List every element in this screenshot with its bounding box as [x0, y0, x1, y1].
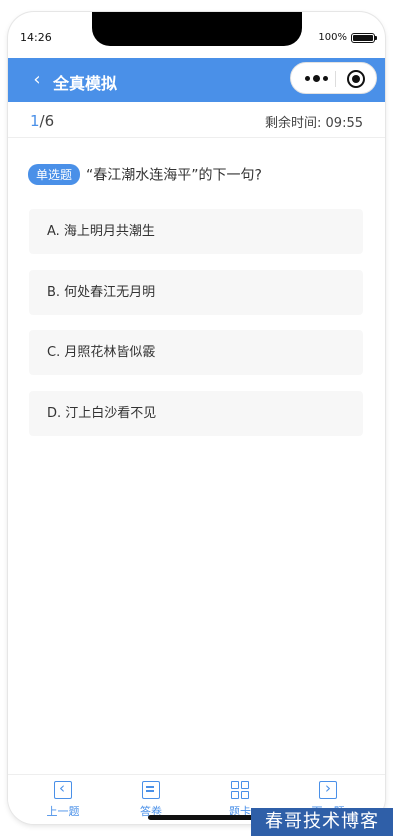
watermark: 春哥技术博客 [251, 808, 393, 836]
option-d[interactable]: D. 汀上白沙看不见 [29, 391, 363, 436]
navbar: ‹ 全真模拟 [8, 58, 385, 102]
miniprogram-capsule [290, 62, 377, 94]
countdown-timer: 剩余时间: 09:55 [265, 112, 363, 131]
question-counter: 1/6 [30, 112, 54, 130]
timer-label: 剩余时间: [265, 116, 322, 131]
battery-icon [351, 33, 377, 43]
option-c[interactable]: C. 月照花林皆似霰 [29, 330, 363, 375]
next-square-icon [319, 779, 337, 799]
prev-square-icon [54, 779, 72, 799]
question-stem: 单选题 “春江潮水连海平”的下一句? [28, 164, 369, 185]
page-title: 全真模拟 [53, 74, 118, 93]
more-dots-icon[interactable] [301, 68, 331, 88]
grid-icon [231, 781, 249, 799]
total-questions: /6 [39, 112, 55, 130]
option-a[interactable]: A. 海上明月共潮生 [29, 209, 363, 254]
tab-answer-sheet[interactable]: 答卷 [121, 781, 181, 819]
current-question-number: 1 [30, 112, 40, 130]
option-b[interactable]: B. 何处春江无月明 [29, 270, 363, 315]
phone-frame: 14:26 100% ‹ 全真模拟 1/6 剩余时间: 09:55 单选题 “春江… [8, 12, 385, 824]
progress-row: 1/6 剩余时间: 09:55 [8, 102, 385, 138]
timer-value: 09:55 [325, 116, 363, 131]
battery-percent: 100% [318, 32, 347, 43]
status-time: 14:26 [20, 31, 52, 44]
question-type-tag: 单选题 [28, 164, 81, 185]
chevron-left-icon[interactable]: ‹ [26, 69, 48, 91]
target-circle-icon[interactable] [347, 70, 365, 88]
tab-label: 上一题 [46, 805, 80, 818]
capsule-divider [335, 71, 336, 87]
home-indicator [148, 815, 260, 820]
device-notch [92, 12, 302, 46]
question-text: “春江潮水连海平”的下一句? [86, 167, 262, 184]
tab-prev-question[interactable]: 上一题 [33, 779, 93, 819]
answer-sheet-icon [142, 781, 160, 799]
